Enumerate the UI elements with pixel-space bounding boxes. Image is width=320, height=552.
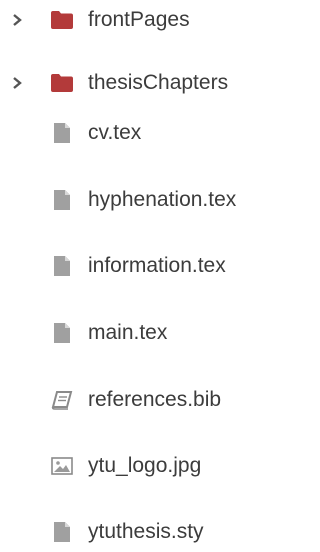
tree-item-information-tex[interactable]: information.tex (0, 246, 289, 286)
file-icon (50, 121, 74, 145)
tree-item-thesischapters[interactable]: thesisChapters (0, 63, 289, 103)
tree-item-frontpages[interactable]: frontPages (0, 0, 289, 40)
image-icon (50, 454, 74, 478)
tree-item-cv-tex[interactable]: cv.tex (0, 113, 289, 153)
file-icon (50, 520, 74, 544)
tree-item-label: cv.tex (88, 121, 142, 144)
file-icon (50, 321, 74, 345)
tree-item-label: main.tex (88, 321, 168, 344)
tree-item-label: hyphenation.tex (88, 188, 237, 211)
tree-item-label: frontPages (88, 8, 190, 31)
file-tree: frontPages thesisChapters cv.tex hyphena… (0, 0, 289, 551)
file-icon (50, 188, 74, 212)
tree-item-ytuthesis-sty[interactable]: ytuthesis.sty (0, 512, 289, 552)
tree-item-ytu-logo-jpg[interactable]: ytu_logo.jpg (0, 446, 289, 486)
chevron-right-icon[interactable] (10, 76, 24, 90)
tree-item-label: ytuthesis.sty (88, 520, 204, 543)
folder-icon (50, 8, 74, 32)
file-icon (50, 254, 74, 278)
tree-item-label: thesisChapters (88, 71, 229, 94)
book-icon (50, 388, 74, 412)
tree-item-label: ytu_logo.jpg (88, 454, 202, 477)
tree-item-main-tex[interactable]: main.tex (0, 313, 289, 353)
folder-icon (50, 71, 74, 95)
tree-item-label: references.bib (88, 388, 222, 411)
tree-item-references-bib[interactable]: references.bib (0, 380, 289, 420)
tree-item-hyphenation-tex[interactable]: hyphenation.tex (0, 180, 289, 220)
chevron-right-icon[interactable] (10, 13, 24, 27)
tree-item-label: information.tex (88, 254, 226, 277)
